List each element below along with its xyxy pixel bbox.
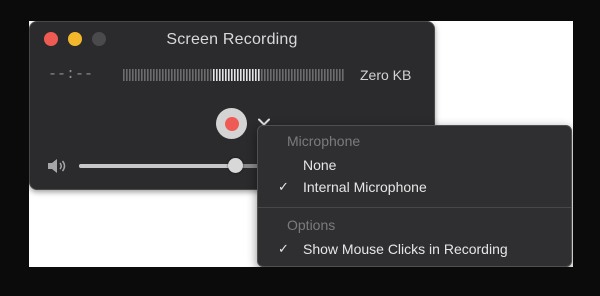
volume-slider-fill (79, 164, 236, 168)
meter-tick (168, 69, 170, 81)
meter-tick (297, 69, 299, 81)
meter-tick (162, 69, 164, 81)
meter-tick (231, 69, 233, 81)
meter-tick (336, 69, 338, 81)
meter-tick (339, 69, 341, 81)
meter-tick (141, 69, 143, 81)
menu-item-mic-none[interactable]: None (258, 156, 571, 176)
meter-tick (282, 69, 284, 81)
meter-tick (177, 69, 179, 81)
meter-tick (243, 69, 245, 81)
menu-item-label: Show Mouse Clicks in Recording (303, 241, 508, 257)
meter-tick (150, 69, 152, 81)
meter-tick (159, 69, 161, 81)
meter-tick (246, 69, 248, 81)
meter-tick (183, 69, 185, 81)
meter-tick (228, 69, 230, 81)
screenshot-canvas: Screen Recording --:-- Zero KB Microphon… (29, 21, 573, 267)
volume-slider-knob[interactable] (228, 158, 244, 173)
microphone-section-header: Microphone (287, 133, 361, 149)
checkmark-icon: ✓ (278, 241, 289, 256)
meter-tick (264, 69, 266, 81)
meter-tick (201, 69, 203, 81)
meter-tick (270, 69, 272, 81)
meter-tick (267, 69, 269, 81)
meter-tick (207, 69, 209, 81)
meter-tick (261, 69, 263, 81)
meter-tick (249, 69, 251, 81)
menu-item-label: None (303, 157, 337, 173)
meter-tick (171, 69, 173, 81)
meter-tick (198, 69, 200, 81)
meter-tick (222, 69, 224, 81)
meter-tick (309, 69, 311, 81)
meter-tick (213, 69, 215, 81)
elapsed-time: --:-- (48, 66, 94, 83)
meter-tick (180, 69, 182, 81)
menu-item-show-mouse-clicks[interactable]: ✓ Show Mouse Clicks in Recording (258, 240, 571, 260)
meter-tick (138, 69, 140, 81)
meter-tick (252, 69, 254, 81)
menu-item-label: Internal Microphone (303, 179, 427, 195)
meter-tick (174, 69, 176, 81)
meter-tick (324, 69, 326, 81)
audio-level-meter (123, 69, 344, 81)
meter-tick (342, 69, 344, 81)
meter-tick (234, 69, 236, 81)
meter-tick (153, 69, 155, 81)
meter-tick (303, 69, 305, 81)
menu-item-internal-microphone[interactable]: ✓ Internal Microphone (258, 178, 571, 198)
record-button[interactable] (216, 108, 247, 139)
speaker-icon (48, 159, 66, 173)
meter-tick (186, 69, 188, 81)
meter-tick (192, 69, 194, 81)
meter-tick (285, 69, 287, 81)
meter-tick (300, 69, 302, 81)
meter-tick (327, 69, 329, 81)
meter-tick (333, 69, 335, 81)
menu-separator (258, 207, 571, 208)
meter-tick (237, 69, 239, 81)
meter-tick (288, 69, 290, 81)
window-title: Screen Recording (166, 31, 298, 48)
meter-tick (291, 69, 293, 81)
meter-tick (276, 69, 278, 81)
checkmark-icon: ✓ (278, 179, 289, 194)
meter-tick (129, 69, 131, 81)
meter-tick (330, 69, 332, 81)
meter-tick (306, 69, 308, 81)
meter-tick (147, 69, 149, 81)
record-dot-icon (224, 116, 239, 131)
meter-tick (204, 69, 206, 81)
meter-tick (273, 69, 275, 81)
meter-tick (294, 69, 296, 81)
meter-tick (156, 69, 158, 81)
meter-tick (225, 69, 227, 81)
meter-tick (279, 69, 281, 81)
meter-tick (219, 69, 221, 81)
meter-tick (255, 69, 257, 81)
meter-tick (132, 69, 134, 81)
meter-tick (240, 69, 242, 81)
meter-tick (321, 69, 323, 81)
meter-tick (312, 69, 314, 81)
meter-tick (258, 69, 260, 81)
meter-tick (318, 69, 320, 81)
meter-tick (144, 69, 146, 81)
meter-tick (216, 69, 218, 81)
file-size: Zero KB (360, 67, 412, 83)
options-section-header: Options (287, 217, 336, 233)
options-dropdown-menu: Microphone None ✓ Internal Microphone Op… (257, 125, 572, 267)
meter-tick (135, 69, 137, 81)
meter-tick (210, 69, 212, 81)
meter-tick (189, 69, 191, 81)
meter-tick (123, 69, 125, 81)
meter-tick (165, 69, 167, 81)
meter-tick (315, 69, 317, 81)
meter-tick (195, 69, 197, 81)
meter-tick (126, 69, 128, 81)
